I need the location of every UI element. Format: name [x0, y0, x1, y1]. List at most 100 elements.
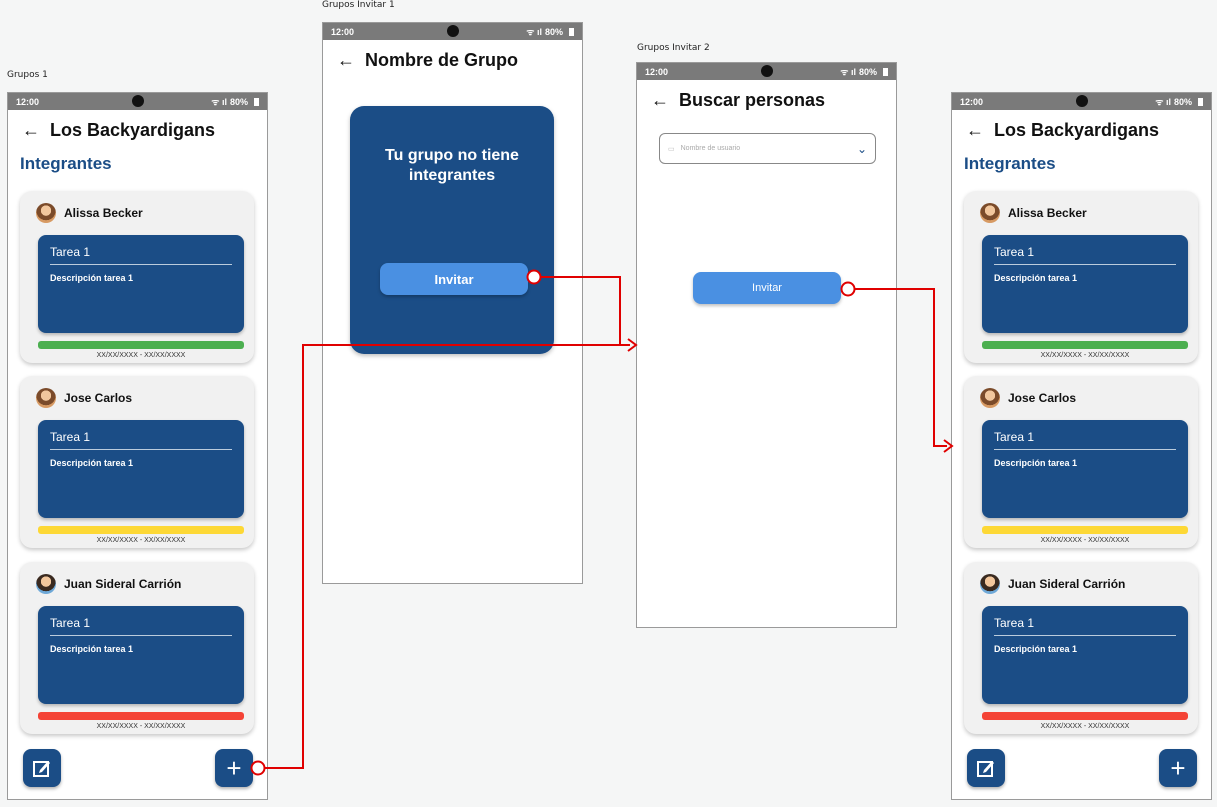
status-bar: 12:00 ᯤ ıl 80%	[952, 93, 1211, 110]
avatar	[36, 203, 56, 223]
connector-arrowhead	[627, 338, 638, 352]
page-title: Los Backyardigans	[994, 119, 1160, 140]
avatar	[36, 388, 56, 408]
task-description: Descripción tarea 1	[50, 644, 134, 654]
avatar	[980, 388, 1000, 408]
camera-icon	[446, 25, 459, 37]
member-card[interactable]: Alissa Becker Tarea 1 Descripción tarea …	[964, 191, 1198, 363]
app-bar: ← Los Backyardigans	[8, 110, 267, 150]
phone-grupos-1: 12:00 ᯤ ıl 80% ← Los Backyardigans Integr…	[7, 92, 268, 800]
battery-text: 80%	[229, 96, 248, 107]
add-button[interactable]: +	[215, 749, 253, 787]
task-title: Tarea 1	[994, 616, 1176, 636]
wifi-signal-icon: ᯤ ıl	[840, 67, 856, 77]
battery-text: 80%	[544, 26, 563, 37]
task-dates: XX/XX/XXXX - XX/XX/XXXX	[96, 352, 186, 359]
task-title: Tarea 1	[994, 245, 1176, 265]
task-card[interactable]: Tarea 1 Descripción tarea 1	[982, 420, 1188, 518]
arrow-left-icon[interactable]: ←	[651, 91, 669, 109]
arrow-left-icon[interactable]: ←	[337, 51, 355, 69]
member-card[interactable]: Jose Carlos Tarea 1 Descripción tarea 1 …	[20, 376, 254, 548]
frame-label-grupos-invitar-1: Grupos Invitar 1	[322, 0, 395, 10]
app-bar: ← Buscar personas	[637, 80, 896, 120]
task-dates: XX/XX/XXXX - XX/XX/XXXX	[96, 537, 186, 544]
camera-icon	[131, 95, 144, 107]
task-card[interactable]: Tarea 1 Descripción tarea 1	[38, 235, 244, 333]
select-placeholder: Nombre de usuario	[680, 145, 741, 152]
section-title-integrantes: Integrantes	[20, 154, 112, 173]
task-card[interactable]: Tarea 1 Descripción tarea 1	[38, 420, 244, 518]
member-name: Juan Sideral Carrión	[64, 577, 182, 591]
member-card[interactable]: Jose Carlos Tarea 1 Descripción tarea 1 …	[964, 376, 1198, 548]
status-indicator	[982, 712, 1188, 720]
task-description: Descripción tarea 1	[50, 273, 134, 283]
avatar	[980, 203, 1000, 223]
status-indicator	[38, 526, 244, 534]
add-button[interactable]: +	[1159, 749, 1197, 787]
username-select[interactable]: ▭ Nombre de usuario ⌄	[659, 133, 876, 164]
status-time: 12:00	[645, 66, 669, 77]
member-name: Alissa Becker	[64, 206, 143, 220]
status-indicator	[38, 341, 244, 349]
battery-text: 80%	[1173, 96, 1192, 107]
frame-label-grupos-1: Grupos 1	[7, 70, 48, 80]
task-description: Descripción tarea 1	[50, 458, 134, 468]
task-dates: XX/XX/XXXX - XX/XX/XXXX	[1040, 537, 1130, 544]
phone-grupos-invitar-2: 12:00 ᯤ ıl 80% ← Buscar personas ▭ Nombre…	[636, 62, 897, 628]
member-name: Juan Sideral Carrión	[1008, 577, 1126, 591]
app-bar: ← Los Backyardigans	[952, 110, 1211, 150]
task-title: Tarea 1	[50, 430, 232, 450]
chevron-down-icon: ⌄	[856, 141, 867, 156]
invite-button[interactable]: Invitar	[380, 263, 528, 295]
section-title-integrantes: Integrantes	[964, 154, 1056, 173]
app-bar: ← Nombre de Grupo	[323, 40, 582, 80]
task-title: Tarea 1	[994, 430, 1176, 450]
task-card[interactable]: Tarea 1 Descripción tarea 1	[982, 235, 1188, 333]
phone-grupos-invitar-1: 12:00 ᯤ ıl 80% ← Nombre de Grupo Tu grupo…	[322, 22, 583, 584]
battery-icon	[254, 97, 259, 106]
task-dates: XX/XX/XXXX - XX/XX/XXXX	[1040, 352, 1130, 359]
edit-button[interactable]	[23, 749, 61, 787]
task-title: Tarea 1	[50, 245, 232, 265]
member-card[interactable]: Juan Sideral Carrión Tarea 1 Descripción…	[964, 562, 1198, 734]
arrow-left-icon[interactable]: ←	[966, 121, 984, 139]
member-name: Jose Carlos	[1008, 391, 1077, 405]
camera-icon	[760, 65, 773, 77]
empty-group-card: Tu grupo no tiene integrantes	[350, 106, 554, 354]
task-card[interactable]: Tarea 1 Descripción tarea 1	[38, 606, 244, 704]
task-description: Descripción tarea 1	[994, 273, 1078, 283]
wifi-signal-icon: ᯤ ıl	[526, 27, 542, 37]
task-description: Descripción tarea 1	[994, 458, 1078, 468]
phone-grupos-result: 12:00 ᯤ ıl 80% ← Los Backyardigans Integr…	[951, 92, 1212, 800]
status-bar: 12:00 ᯤ ıl 80%	[323, 23, 582, 40]
task-dates: XX/XX/XXXX - XX/XX/XXXX	[96, 723, 186, 730]
battery-icon	[569, 27, 574, 36]
status-indicator	[982, 341, 1188, 349]
frame-label-grupos-invitar-2: Grupos Invitar 2	[637, 43, 710, 53]
battery-icon	[1198, 97, 1203, 106]
member-card[interactable]: Juan Sideral Carrión Tarea 1 Descripción…	[20, 562, 254, 734]
battery-text: 80%	[858, 66, 877, 77]
invite-button[interactable]: Invitar	[693, 272, 841, 304]
task-title: Tarea 1	[50, 616, 232, 636]
plus-icon: +	[226, 752, 242, 783]
status-indicator	[982, 526, 1188, 534]
status-time: 12:00	[16, 96, 40, 107]
member-name: Alissa Becker	[1008, 206, 1087, 220]
plus-icon: +	[1170, 752, 1186, 783]
member-name: Jose Carlos	[64, 391, 133, 405]
status-time: 12:00	[960, 96, 984, 107]
task-dates: XX/XX/XXXX - XX/XX/XXXX	[1040, 723, 1130, 730]
edit-button[interactable]	[967, 749, 1005, 787]
user-icon: ▭	[668, 145, 675, 153]
status-indicator	[38, 712, 244, 720]
task-description: Descripción tarea 1	[994, 644, 1078, 654]
wifi-signal-icon: ᯤ ıl	[211, 97, 227, 107]
avatar	[36, 574, 56, 594]
status-bar: 12:00 ᯤ ıl 80%	[8, 93, 267, 110]
page-title: Nombre de Grupo	[365, 49, 519, 70]
member-card[interactable]: Alissa Becker Tarea 1 Descripción tarea …	[20, 191, 254, 363]
task-card[interactable]: Tarea 1 Descripción tarea 1	[982, 606, 1188, 704]
arrow-left-icon[interactable]: ←	[22, 121, 40, 139]
status-time: 12:00	[331, 26, 355, 37]
